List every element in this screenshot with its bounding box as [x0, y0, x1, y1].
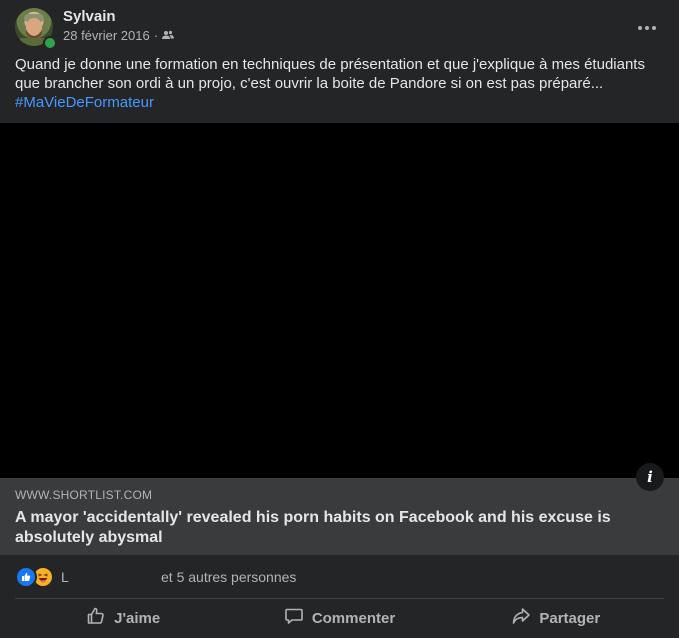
- post-date[interactable]: 28 février 2016: [63, 28, 150, 43]
- action-bar: J'aime Commenter Partager: [15, 601, 664, 635]
- action-divider: [15, 598, 664, 599]
- share-icon: [511, 606, 531, 630]
- comment-button[interactable]: Commenter: [231, 601, 447, 635]
- link-preview[interactable]: WWW.SHORTLIST.COM A mayor 'accidentally'…: [0, 478, 679, 555]
- post-meta: 28 février 2016 ·: [63, 28, 175, 43]
- like-button[interactable]: J'aime: [15, 601, 231, 635]
- post-header: Sylvain 28 février 2016 ·: [0, 0, 679, 52]
- post-body: Quand je donne une formation en techniqu…: [15, 56, 645, 92]
- friends-icon[interactable]: [162, 28, 175, 43]
- info-button[interactable]: i: [636, 463, 664, 491]
- thumbs-up-icon: [86, 606, 106, 630]
- more-options-button[interactable]: [633, 12, 661, 40]
- comment-icon: [284, 606, 304, 630]
- online-status-dot: [43, 36, 57, 50]
- share-label: Partager: [539, 609, 601, 627]
- post-media[interactable]: i: [0, 123, 679, 491]
- meta-separator: ·: [153, 28, 159, 43]
- author-name[interactable]: Sylvain: [63, 8, 116, 25]
- reaction-summary[interactable]: [15, 566, 54, 588]
- reactor-name[interactable]: L: [61, 569, 69, 585]
- hashtag-link[interactable]: #MaVieDeFormateur: [15, 93, 665, 112]
- more-horizontal-icon: [638, 17, 656, 35]
- like-label: J'aime: [114, 609, 161, 627]
- comment-label: Commenter: [311, 609, 396, 627]
- reactor-others-count[interactable]: et 5 autres personnes: [161, 569, 296, 585]
- post-text: Quand je donne une formation en techniqu…: [15, 55, 665, 112]
- like-reaction-icon: [15, 566, 37, 588]
- facebook-post: Sylvain 28 février 2016 · Quand je donne…: [0, 0, 679, 638]
- share-button[interactable]: Partager: [448, 601, 664, 635]
- link-title[interactable]: A mayor 'accidentally' revealed his porn…: [15, 508, 645, 548]
- link-domain: WWW.SHORTLIST.COM: [15, 488, 153, 502]
